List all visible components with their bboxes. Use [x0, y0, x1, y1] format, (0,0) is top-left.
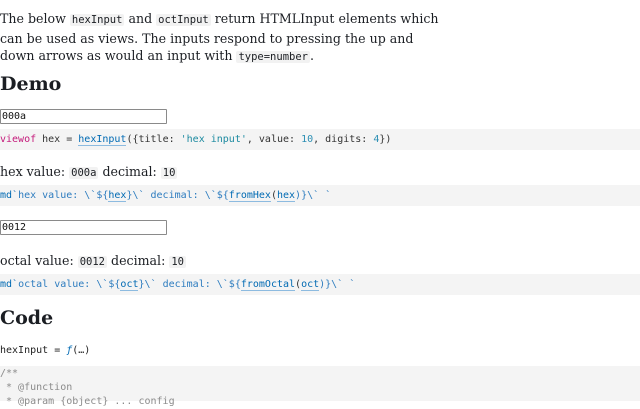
- hex-output: hex value: 000a decimal: 10: [0, 163, 178, 182]
- template-text: }\` decimal: \`${: [138, 279, 241, 290]
- code-text: ({title:: [126, 134, 181, 145]
- octal-value: 0012: [77, 256, 107, 268]
- variable-link[interactable]: oct: [301, 279, 320, 291]
- code-line: /**: [0, 368, 19, 379]
- oct-input-field[interactable]: 0012: [0, 220, 167, 235]
- output-label: decimal:: [107, 253, 170, 268]
- code-text: =: [48, 345, 67, 356]
- code-line: * @function: [0, 382, 73, 393]
- code-text: , digits:: [313, 134, 374, 145]
- code-text: }): [379, 134, 392, 145]
- decimal-value: 10: [160, 167, 178, 179]
- code-block[interactable]: /** * @function * @param {object} ... co…: [0, 366, 640, 407]
- template-text: `hex value: \`${: [12, 190, 109, 201]
- demo-heading: Demo: [0, 73, 62, 95]
- template-text: }\` decimal: \`${: [126, 190, 229, 201]
- output-label: octal value:: [0, 253, 78, 268]
- hex-code-cell[interactable]: viewof hex = hexInput({title: 'hex input…: [0, 129, 640, 150]
- code-text[interactable]: (…): [72, 345, 90, 356]
- variable-link[interactable]: hex: [108, 190, 127, 202]
- oct-output: octal value: 0012 decimal: 10: [0, 252, 186, 271]
- definition-name: hexInput: [0, 345, 49, 356]
- string-literal: 'hex input': [180, 134, 247, 145]
- decimal-value: 10: [169, 256, 186, 268]
- output-label: hex value:: [0, 164, 70, 179]
- code-line: * @param {object} ... config: [0, 396, 175, 407]
- hex-md-cell[interactable]: md`hex value: \`${hex}\` decimal: \`${fr…: [0, 185, 640, 206]
- code-heading: Code: [0, 307, 54, 329]
- oct-md-cell[interactable]: md`octal value: \`${oct}\` decimal: \`${…: [0, 274, 640, 295]
- md-tag: md: [0, 190, 13, 201]
- number-literal: 10: [301, 134, 314, 145]
- md-tag: md: [0, 279, 13, 290]
- intro-text: The below: [0, 11, 70, 26]
- code-text: hex =: [36, 134, 79, 145]
- function-link[interactable]: fromOctal: [240, 279, 296, 291]
- template-text: )}\` `: [319, 279, 356, 290]
- inline-code: type=number: [236, 51, 310, 63]
- hex-input-field[interactable]: 000a: [0, 109, 167, 124]
- template-text: `octal value: \`${: [12, 279, 121, 290]
- keyword: viewof: [0, 134, 37, 145]
- hexinput-definition[interactable]: hexInput = ƒ(…): [0, 344, 90, 358]
- intro-text: and: [124, 11, 157, 26]
- variable-link[interactable]: hex: [276, 190, 296, 202]
- intro-text: .: [309, 48, 314, 63]
- hex-value: 000a: [69, 167, 99, 179]
- inline-code: hexInput: [69, 14, 125, 26]
- output-label: decimal:: [98, 164, 161, 179]
- function-link[interactable]: fromHex: [228, 190, 271, 202]
- template-text: )}\` `: [295, 190, 332, 201]
- variable-link[interactable]: oct: [120, 279, 139, 291]
- intro-paragraph: The below hexInput and octInput return H…: [0, 10, 440, 67]
- code-text: , value:: [246, 134, 302, 145]
- inline-code: octInput: [156, 14, 211, 26]
- function-link[interactable]: hexInput: [78, 134, 127, 146]
